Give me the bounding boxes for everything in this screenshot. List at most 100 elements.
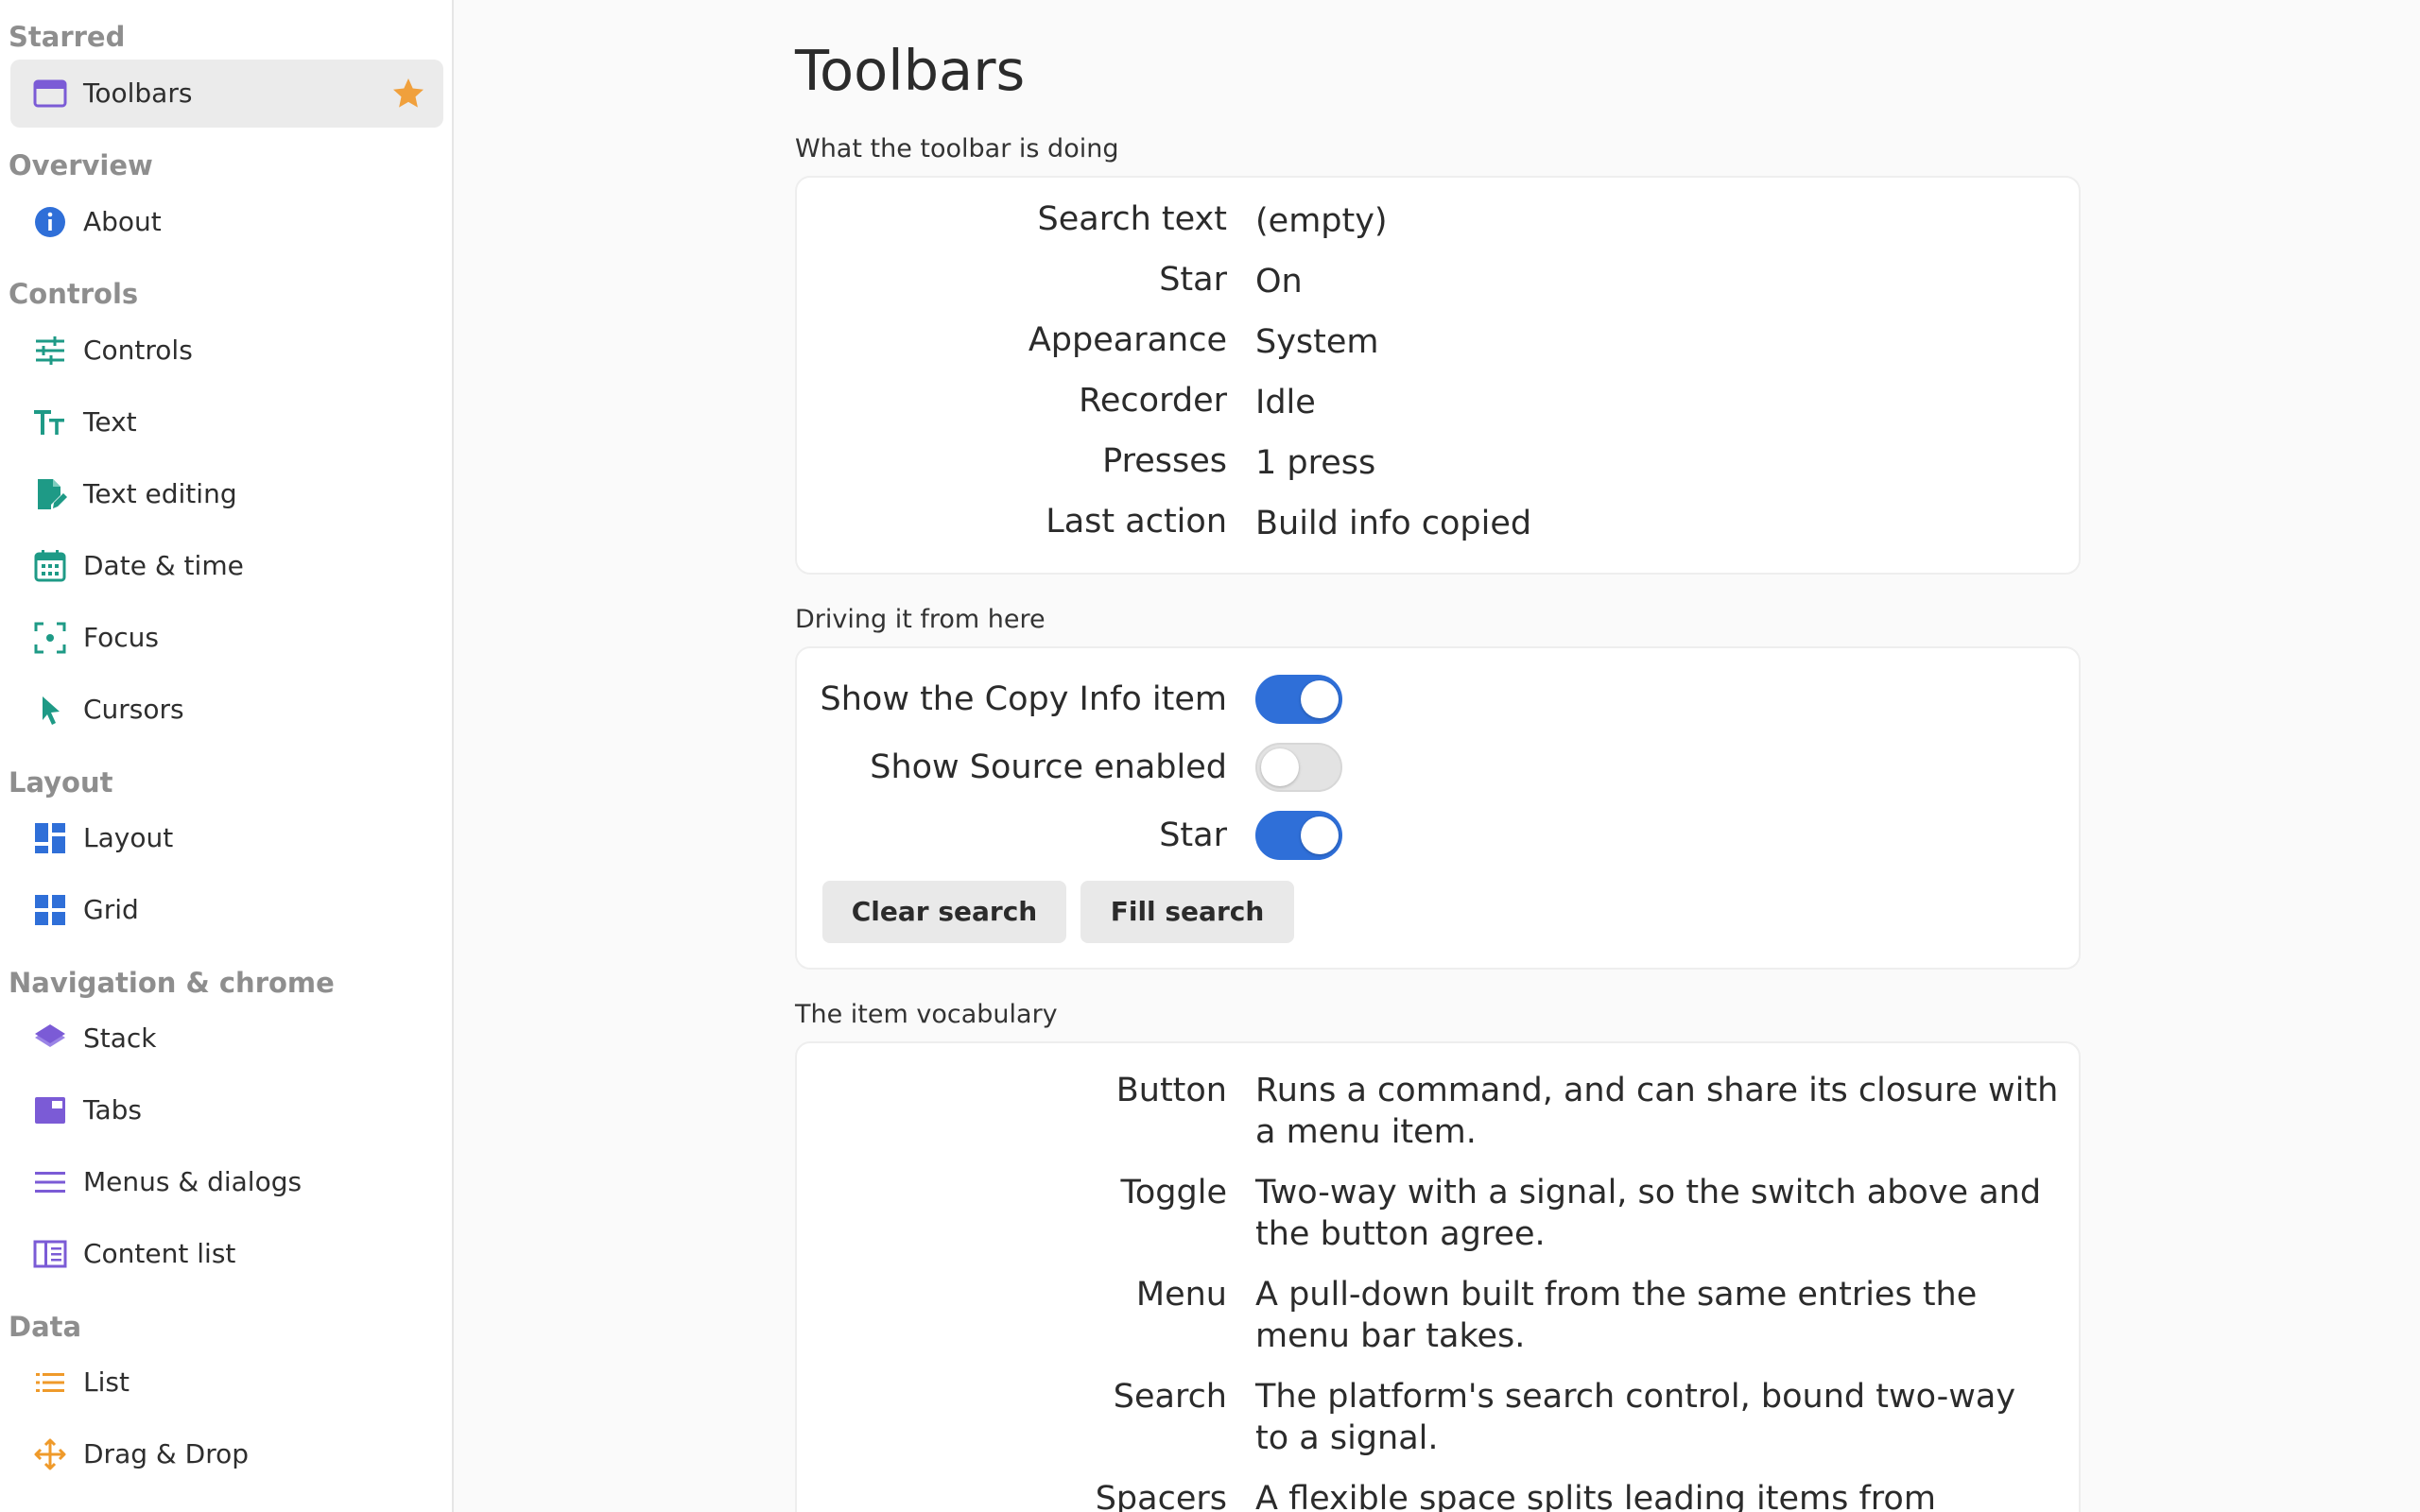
row-value: Runs a command, and can share its closur… (1255, 1072, 2059, 1151)
vocabulary-card: Button Runs a command, and can share its… (795, 1041, 2081, 1512)
sidebar-item-toolbars[interactable]: Toolbars (10, 60, 443, 128)
sidebar-section-data: Data (9, 1311, 82, 1343)
star-toggle[interactable] (1255, 811, 1342, 860)
sidebar: Starred Toolbars Overview About Controls… (0, 0, 454, 1512)
status-row-last-action: Last action Build info copied (797, 503, 2079, 544)
sidebar-item-drag-drop[interactable]: Drag & Drop (10, 1420, 443, 1488)
row-key: Last action (1046, 503, 1227, 541)
drive-card: Show the Copy Info item Show Source enab… (795, 646, 2081, 970)
sidebar-item-layout[interactable]: Layout (10, 804, 443, 872)
vocab-row-search: Search The platform's search control, bo… (797, 1376, 2079, 1459)
copy-info-toggle[interactable] (1255, 675, 1342, 724)
row-key: Search text (1037, 200, 1227, 238)
row-value: Build info copied (1255, 505, 1532, 542)
sidebar-item-label: Text (83, 406, 137, 438)
sidebar-section-layout: Layout (9, 766, 113, 799)
star-icon[interactable] (390, 76, 426, 112)
row-key: Star (1159, 261, 1227, 299)
toggle-row-star: Star (797, 811, 2079, 860)
row-key: Appearance (1028, 321, 1227, 359)
row-value: Two-way with a signal, so the switch abo… (1255, 1174, 2042, 1253)
sidebar-item-grid[interactable]: Grid (10, 876, 443, 944)
toggle-knob (1301, 816, 1339, 854)
sidebar-item-label: Text editing (83, 478, 237, 509)
sidebar-item-cursors[interactable]: Cursors (10, 676, 443, 744)
sidebar-item-date-time[interactable]: Date & time (10, 532, 443, 600)
sidebar-section-navigation: Navigation & chrome (9, 967, 335, 999)
row-value: (empty) (1255, 202, 1388, 240)
status-row-search-text: Search text (empty) (797, 200, 2079, 242)
toggle-knob (1261, 748, 1299, 786)
sidebar-item-label: Layout (83, 822, 174, 853)
row-key: Recorder (1079, 382, 1227, 420)
sidebar-item-tabs[interactable]: Tabs (10, 1076, 443, 1144)
status-card: Search text (empty) Star On Appearance S… (795, 176, 2081, 575)
sidebar-item-label: Controls (83, 335, 193, 366)
sidebar-item-text-editing[interactable]: Text editing (10, 460, 443, 528)
row-value: A flexible space splits leading items fr… (1255, 1480, 1936, 1512)
cursor-icon (32, 692, 68, 728)
vocab-row-toggle: Toggle Two-way with a signal, so the swi… (797, 1172, 2079, 1255)
sidebar-item-label: Grid (83, 894, 139, 925)
sidebar-item-label: Cursors (83, 694, 184, 725)
sidebar-item-menus-dialogs[interactable]: Menus & dialogs (10, 1148, 443, 1216)
sidebar-item-about[interactable]: About (10, 188, 443, 256)
sidebar-item-label: List (83, 1366, 130, 1398)
sidebar-item-text[interactable]: Text (10, 388, 443, 456)
toggle-row-copy-info: Show the Copy Info item (797, 675, 2079, 724)
toggle-label: Star (1159, 816, 1227, 854)
sidebar-item-label: Focus (83, 622, 159, 653)
sidebar-item-label: Drag & Drop (83, 1438, 249, 1469)
status-row-appearance: Appearance System (797, 321, 2079, 363)
grid-icon (32, 892, 68, 928)
drive-group-title: Driving it from here (795, 605, 1046, 634)
sidebar-item-label: About (83, 206, 162, 237)
sidebar-item-focus[interactable]: Focus (10, 604, 443, 672)
sidebar-section-starred: Starred (9, 21, 126, 53)
row-key: Search (1113, 1378, 1227, 1416)
row-key: Toggle (1120, 1174, 1227, 1211)
toggle-label: Show Source enabled (870, 748, 1227, 786)
vocab-row-menu: Menu A pull-down built from the same ent… (797, 1274, 2079, 1357)
list-icon (32, 1365, 68, 1400)
toggle-knob (1301, 680, 1339, 718)
row-key: Presses (1102, 442, 1227, 480)
row-value: On (1255, 263, 1303, 301)
sidebar-item-label: Stack (83, 1022, 157, 1054)
row-value: A pull-down built from the same entries … (1255, 1276, 1978, 1355)
clear-search-button[interactable]: Clear search (822, 881, 1066, 943)
sidebar-item-label: Tabs (83, 1094, 142, 1125)
status-row-star: Star On (797, 261, 2079, 302)
content-list-icon (32, 1236, 68, 1272)
row-key: Menu (1135, 1276, 1227, 1314)
sidebar-section-overview: Overview (9, 149, 153, 181)
drag-icon (32, 1436, 68, 1472)
toggle-label: Show the Copy Info item (820, 680, 1227, 718)
toggle-row-show-source: Show Source enabled (797, 743, 2079, 792)
main-content: Toolbars What the toolbar is doing Searc… (456, 0, 2420, 1512)
row-value: 1 press (1255, 444, 1376, 482)
row-key: Spacers (1095, 1480, 1227, 1512)
document-edit-icon (32, 476, 68, 512)
tabs-icon (32, 1092, 68, 1128)
sidebar-item-list[interactable]: List (10, 1349, 443, 1417)
sidebar-item-label: Content list (83, 1238, 236, 1269)
status-row-recorder: Recorder Idle (797, 382, 2079, 423)
page-title: Toolbars (795, 38, 1026, 103)
sidebar-item-controls[interactable]: Controls (10, 317, 443, 385)
sidebar-section-controls: Controls (9, 278, 139, 310)
row-value: The platform's search control, bound two… (1255, 1378, 2016, 1457)
layout-icon (32, 820, 68, 856)
sliders-icon (32, 333, 68, 369)
sidebar-item-stack[interactable]: Stack (10, 1005, 443, 1073)
vocab-row-spacers: Spacers A flexible space splits leading … (797, 1478, 2079, 1512)
row-value: Idle (1255, 384, 1316, 421)
status-group-title: What the toolbar is doing (795, 134, 1119, 163)
fill-search-button[interactable]: Fill search (1080, 881, 1294, 943)
calendar-icon (32, 548, 68, 584)
show-source-toggle[interactable] (1255, 743, 1342, 792)
stack-icon (32, 1021, 68, 1057)
text-size-icon (32, 404, 68, 440)
sidebar-item-content-list[interactable]: Content list (10, 1220, 443, 1288)
vocab-row-button: Button Runs a command, and can share its… (797, 1070, 2079, 1153)
